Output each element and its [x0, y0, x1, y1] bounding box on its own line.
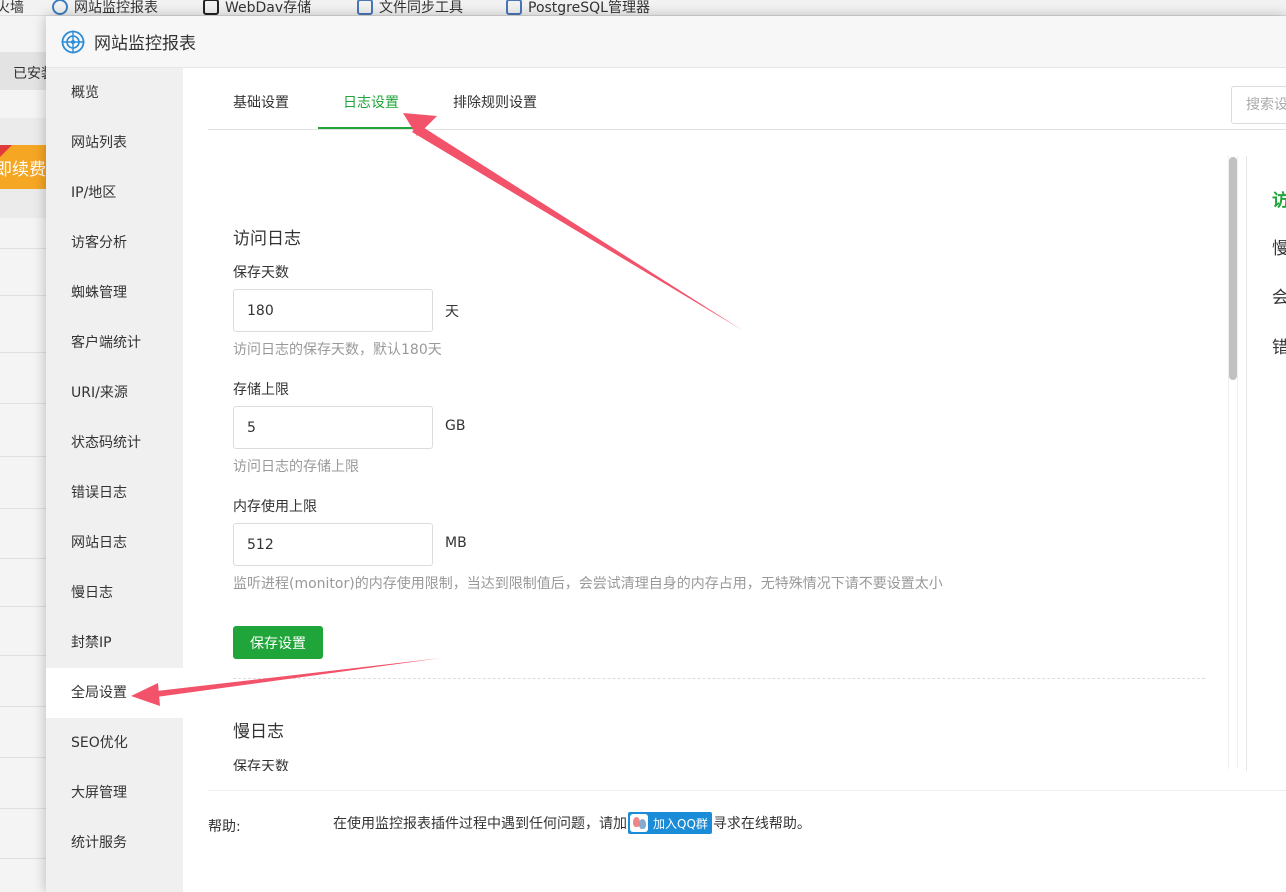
access-log-title: 访问日志 — [233, 229, 301, 249]
save-settings-button[interactable]: 保存设置 — [233, 626, 323, 659]
sidebar-item-spider[interactable]: 蜘蛛管理 — [46, 268, 183, 318]
memory-limit-hint: 监听进程(monitor)的内存使用限制，当达到限制值后，会尝试清理自身的内存占… — [233, 576, 943, 592]
background-row-divider — [0, 558, 46, 559]
search-settings-input[interactable] — [1231, 86, 1286, 124]
background-row-divider — [0, 352, 46, 353]
access-storage-label: 存储上限 — [233, 382, 289, 398]
access-retention-input[interactable] — [233, 289, 433, 332]
webdav-icon — [203, 0, 219, 15]
memory-limit-label: 内存使用上限 — [233, 499, 317, 515]
settings-tabs: 基础设置 日志设置 排除规则设置 — [208, 68, 1286, 130]
footer-divider — [208, 790, 1286, 791]
installed-tab[interactable]: 已安装 — [0, 52, 46, 90]
memory-limit-unit: MB — [445, 535, 467, 551]
help-label: 帮助: — [208, 819, 241, 835]
sidebar-item-error-log[interactable]: 错误日志 — [46, 468, 183, 518]
settings-scrollbar-thumb[interactable] — [1229, 157, 1237, 380]
sidebar-item-ip-region[interactable]: IP/地区 — [46, 168, 183, 218]
slow-log-title: 慢日志 — [233, 722, 284, 742]
background-row-divider — [0, 248, 46, 249]
toolbar-item-monitor[interactable]: 网站监控报表 — [52, 0, 158, 15]
background-toolbar: 火墙 网站监控报表 WebDav存储 文件同步工具 PostgreSQL管理器 — [0, 0, 1286, 16]
toolbar-item-webdav[interactable]: WebDav存储 — [203, 0, 311, 15]
sidebar-item-status-code[interactable]: 状态码统计 — [46, 418, 183, 468]
renew-banner[interactable]: 立即续费 — [0, 145, 46, 189]
database-icon — [357, 0, 373, 15]
sidebar-item-global-settings[interactable]: 全局设置 — [46, 668, 183, 718]
section-divider — [233, 678, 1205, 679]
settings-panel: 访问日志 保存天数 天 访问日志的保存天数，默认180天 存储上限 GB 访问日… — [233, 156, 1213, 771]
background-row-divider — [0, 508, 46, 509]
toc-item-slow-log[interactable]: 慢 — [1272, 234, 1286, 259]
join-qq-group-button[interactable]: 加入QQ群 — [628, 812, 712, 834]
background-row-divider — [0, 606, 46, 607]
background-row-divider — [0, 858, 46, 859]
background-row-divider — [0, 403, 46, 404]
content-area: 基础设置 日志设置 排除规则设置 访问日志 保存天数 天 访问日志的保存天数，默… — [183, 68, 1286, 892]
toolbar-item-postgresql[interactable]: PostgreSQL管理器 — [506, 0, 650, 15]
tab-exclude-rules[interactable]: 排除规则设置 — [428, 68, 562, 129]
sidebar-item-blocked-ip[interactable]: 封禁IP — [46, 618, 183, 668]
sidebar-item-slow-log[interactable]: 慢日志 — [46, 568, 183, 618]
background-row-divider — [0, 706, 46, 707]
radar-logo-icon — [61, 30, 85, 54]
modal-header: 网站监控报表 — [46, 16, 1286, 68]
help-text-after: 寻求在线帮助。 — [712, 816, 811, 832]
globe-icon — [52, 0, 68, 15]
sidebar-item-big-screen[interactable]: 大屏管理 — [46, 768, 183, 818]
sidebar: 概览 网站列表 IP/地区 访客分析 蜘蛛管理 客户端统计 URI/来源 状态码… — [46, 68, 183, 892]
sidebar-item-stats-service[interactable]: 统计服务 — [46, 818, 183, 868]
access-retention-unit: 天 — [445, 304, 459, 320]
sidebar-item-uri-source[interactable]: URI/来源 — [46, 368, 183, 418]
tab-log-settings[interactable]: 日志设置 — [318, 68, 424, 129]
toc-item-access-log[interactable]: 访 — [1272, 186, 1286, 211]
background-row-divider — [0, 456, 46, 457]
sidebar-item-site-list[interactable]: 网站列表 — [46, 118, 183, 168]
background-row-divider — [0, 655, 46, 656]
access-storage-hint: 访问日志的存储上限 — [233, 459, 359, 475]
toc-item-session[interactable]: 会 — [1272, 283, 1286, 308]
toc-divider — [1246, 156, 1247, 771]
background-row-divider — [0, 295, 46, 296]
sidebar-item-client-stats[interactable]: 客户端统计 — [46, 318, 183, 368]
modal-title: 网站监控报表 — [94, 34, 196, 54]
toolbar-item-firewall[interactable]: 火墙 — [0, 0, 24, 15]
memory-limit-input[interactable] — [233, 523, 433, 566]
help-text-before: 在使用监控报表插件过程中遇到任何问题，请加 — [333, 816, 627, 832]
access-retention-label: 保存天数 — [233, 265, 289, 281]
qq-group-icon — [630, 814, 648, 832]
sidebar-item-visitor-analysis[interactable]: 访客分析 — [46, 218, 183, 268]
background-row-divider — [0, 757, 46, 758]
postgresql-icon — [506, 0, 522, 15]
background-row-divider — [0, 808, 46, 809]
access-storage-input[interactable] — [233, 406, 433, 449]
access-storage-unit: GB — [445, 418, 466, 434]
toc-item-error-log[interactable]: 错 — [1272, 333, 1286, 358]
tab-basic-settings[interactable]: 基础设置 — [208, 68, 314, 129]
help-text: 在使用监控报表插件过程中遇到任何问题，请加 加入QQ群 寻求在线帮助。 — [333, 812, 811, 834]
sidebar-item-site-log[interactable]: 网站日志 — [46, 518, 183, 568]
qq-group-label: 加入QQ群 — [653, 816, 708, 831]
sidebar-item-overview[interactable]: 概览 — [46, 68, 183, 118]
access-retention-hint: 访问日志的保存天数，默认180天 — [233, 342, 442, 358]
slow-retention-label: 保存天数 — [233, 759, 289, 771]
monitor-report-modal: 网站监控报表 概览 网站列表 IP/地区 访客分析 蜘蛛管理 客户端统计 URI… — [46, 16, 1286, 892]
sidebar-item-seo[interactable]: SEO优化 — [46, 718, 183, 768]
toolbar-item-file-sync[interactable]: 文件同步工具 — [357, 0, 463, 15]
